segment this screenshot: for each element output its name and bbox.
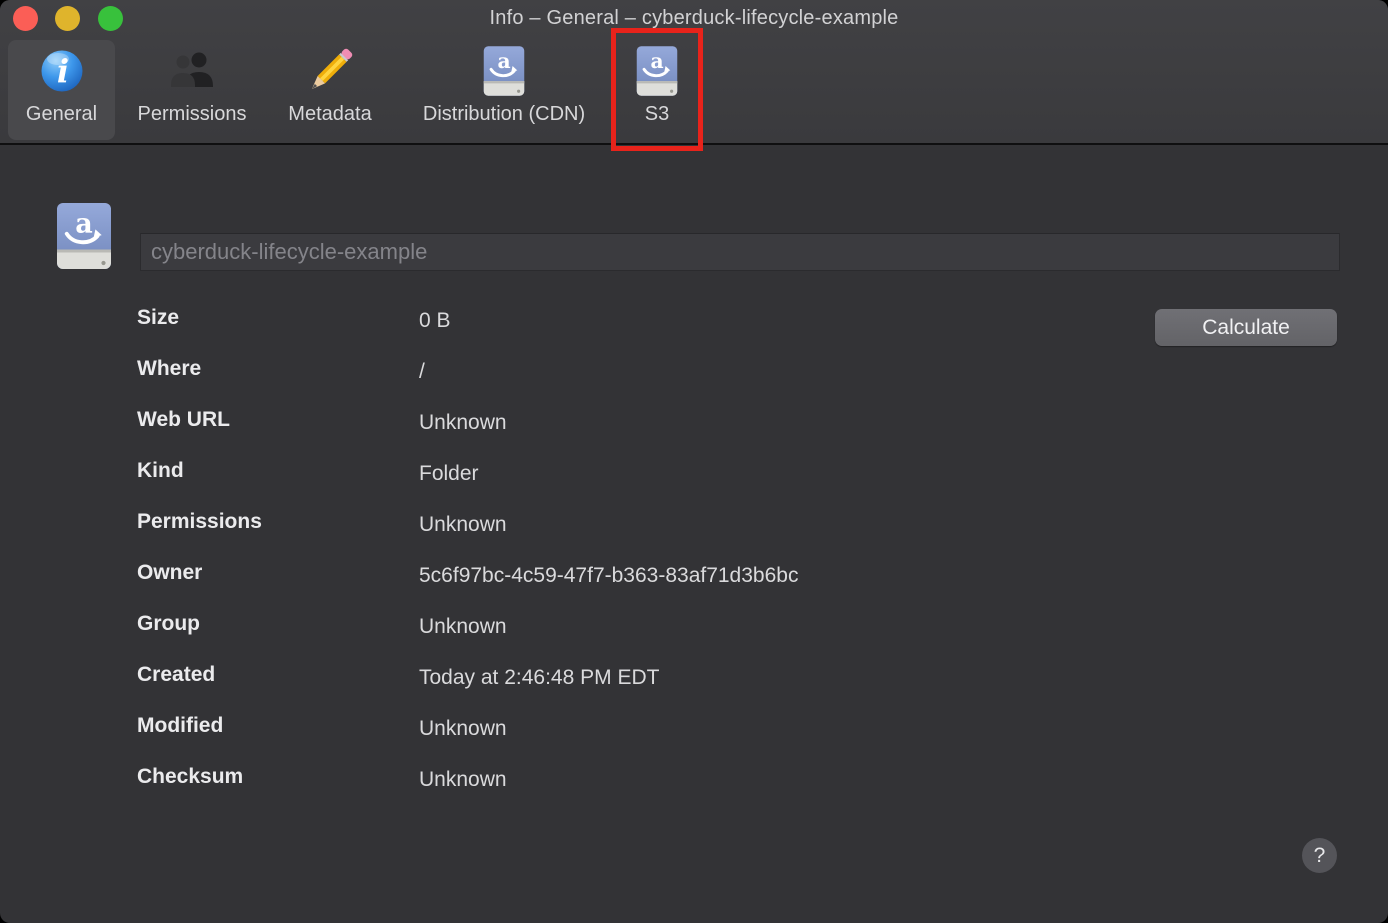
row-value: Unknown — [419, 768, 507, 792]
info-icon — [38, 40, 86, 102]
info-row: Created Today at 2:46:48 PM EDT — [0, 663, 1388, 714]
tab-label: Permissions — [138, 103, 247, 126]
row-value: 0 B — [419, 309, 451, 333]
row-label: Owner — [137, 561, 419, 585]
row-value: Unknown — [419, 411, 507, 435]
titlebar: Info – General – cyberduck-lifecycle-exa… — [0, 0, 1388, 36]
amazon-drive-icon — [48, 199, 120, 273]
tab-permissions[interactable]: Permissions — [122, 40, 262, 140]
window-header: Info – General – cyberduck-lifecycle-exa… — [0, 0, 1388, 145]
people-icon — [166, 40, 218, 102]
row-label: Size — [137, 306, 419, 330]
window-title: Info – General – cyberduck-lifecycle-exa… — [0, 7, 1388, 30]
info-row: Owner 5c6f97bc-4c59-47f7-b363-83af71d3b6… — [0, 561, 1388, 612]
info-row: Web URL Unknown — [0, 408, 1388, 459]
row-label: Checksum — [137, 765, 419, 789]
info-row: Checksum Unknown — [0, 765, 1388, 816]
tab-label: General — [26, 103, 97, 126]
row-value: 5c6f97bc-4c59-47f7-b363-83af71d3b6bc — [419, 564, 798, 588]
info-window: Info – General – cyberduck-lifecycle-exa… — [0, 0, 1388, 923]
tab-label: S3 — [645, 103, 669, 126]
tab-metadata[interactable]: Metadata — [270, 40, 390, 140]
row-value: Today at 2:46:48 PM EDT — [419, 666, 659, 690]
row-label: Modified — [137, 714, 419, 738]
calculate-button[interactable]: Calculate — [1155, 309, 1337, 346]
amazon-drive-icon — [477, 40, 531, 102]
amazon-drive-icon — [630, 40, 684, 102]
row-label: Created — [137, 663, 419, 687]
row-value: Unknown — [419, 615, 507, 639]
info-row: Modified Unknown — [0, 714, 1388, 765]
details-rows: Size 0 B Where / Web URL Unknown Kind Fo… — [0, 306, 1388, 816]
tab-label: Metadata — [288, 103, 371, 126]
info-row: Kind Folder — [0, 459, 1388, 510]
row-value: Unknown — [419, 717, 507, 741]
row-label: Where — [137, 357, 419, 381]
row-value: Folder — [419, 462, 479, 486]
tab-general[interactable]: General — [8, 40, 115, 140]
info-row: Permissions Unknown — [0, 510, 1388, 561]
tab-s3[interactable]: S3 — [618, 40, 696, 140]
info-row: Group Unknown — [0, 612, 1388, 663]
help-button[interactable]: ? — [1302, 838, 1337, 873]
tab-distribution-cdn[interactable]: Distribution (CDN) — [394, 40, 614, 140]
row-label: Web URL — [137, 408, 419, 432]
row-label: Group — [137, 612, 419, 636]
filename-field[interactable] — [140, 233, 1340, 271]
row-label: Kind — [137, 459, 419, 483]
row-value: / — [419, 360, 425, 384]
row-value: Unknown — [419, 513, 507, 537]
row-label: Permissions — [137, 510, 419, 534]
tab-label: Distribution (CDN) — [423, 103, 585, 126]
info-row: Where / — [0, 357, 1388, 408]
pencil-icon — [302, 40, 358, 102]
